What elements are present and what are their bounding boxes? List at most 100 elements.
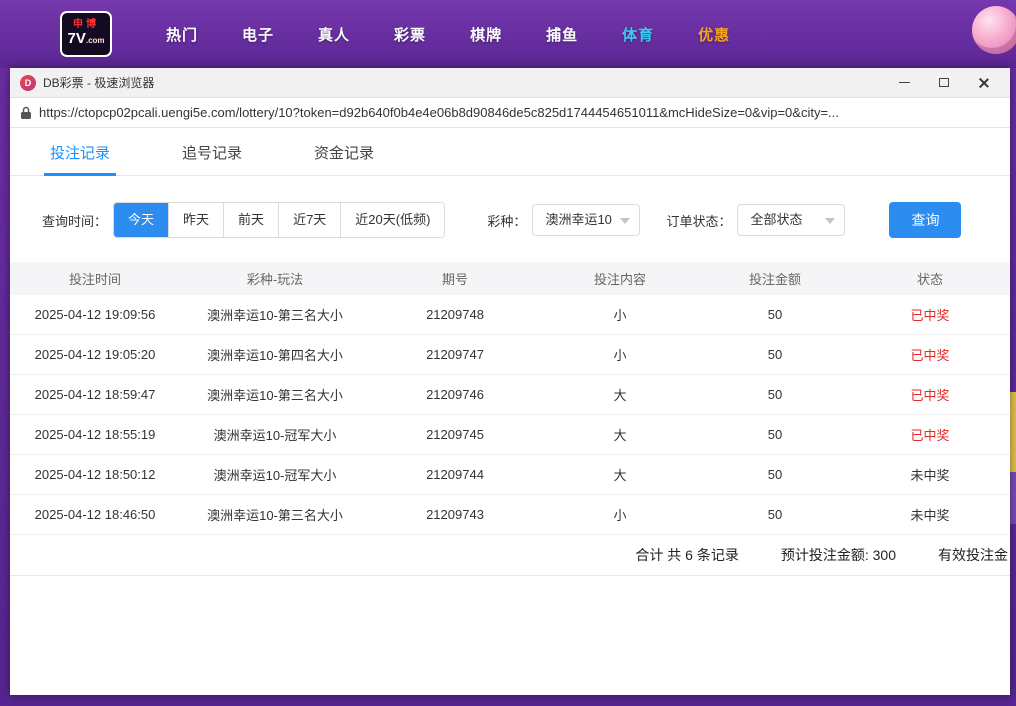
table-row: 2025-04-12 18:50:12 澳洲幸运10-冠军大小 21209744… — [10, 455, 1010, 495]
address-bar[interactable]: https://ctopcp02pcali.uengi5e.com/lotter… — [10, 98, 1010, 128]
cell-content: 大 — [613, 468, 627, 483]
tab-bet-records[interactable]: 投注记录 — [44, 142, 117, 176]
cell-status: 未中奖 — [910, 468, 950, 483]
filter-bar: 查询时间： 今天 昨天 前天 近7天 近20天(低频) 彩种： 澳洲幸运10 订… — [42, 202, 1010, 238]
cell-status: 已中奖 — [910, 428, 950, 443]
site-nav: 热门 电子 真人 彩票 棋牌 捕鱼 体育 优惠 — [144, 24, 752, 45]
table-row: 2025-04-12 18:59:47 澳洲幸运10-第三名大小 2120974… — [10, 375, 1010, 415]
cell-amount: 50 — [767, 347, 783, 362]
query-button[interactable]: 查询 — [889, 202, 962, 238]
cell-amount: 50 — [767, 387, 783, 402]
lottery-select[interactable]: 澳洲幸运10 — [532, 204, 641, 236]
col-header-issue: 期号 — [441, 272, 468, 287]
cell-content: 大 — [613, 428, 627, 443]
cell-status: 已中奖 — [910, 308, 950, 323]
time-option-today[interactable]: 今天 — [114, 203, 169, 237]
nav-item-lottery[interactable]: 彩票 — [394, 24, 426, 45]
site-logo[interactable]: 申博 7V.com — [60, 11, 112, 57]
cell-issue: 21209746 — [426, 387, 484, 402]
chevron-down-icon — [620, 218, 631, 224]
time-option-yesterday[interactable]: 昨天 — [168, 203, 224, 237]
table-row: 2025-04-12 18:55:19 澳洲幸运10-冠军大小 21209745… — [10, 415, 1010, 455]
cell-play: 澳洲幸运10-第三名大小 — [207, 388, 343, 403]
cell-status: 已中奖 — [910, 388, 950, 403]
time-option-daybefore[interactable]: 前天 — [223, 203, 279, 237]
window-title: DB彩票 - 极速浏览器 — [43, 76, 155, 90]
cell-issue: 21209747 — [426, 347, 484, 362]
cell-amount: 50 — [767, 507, 783, 522]
cell-content: 小 — [613, 348, 627, 363]
window-controls — [884, 69, 1004, 97]
cell-issue: 21209743 — [426, 507, 484, 522]
tab-fund-records[interactable]: 资金记录 — [308, 142, 380, 175]
time-option-20days[interactable]: 近20天(低频) — [340, 203, 445, 237]
cell-status: 已中奖 — [910, 348, 950, 363]
logo-text-main: 7V.com — [67, 30, 105, 47]
nav-item-hot[interactable]: 热门 — [166, 24, 198, 45]
record-tabs: 投注记录 追号记录 资金记录 — [10, 128, 1010, 176]
cell-play: 澳洲幸运10-第三名大小 — [207, 308, 343, 323]
browser-window: D DB彩票 - 极速浏览器 https://ctopcp02pcali.uen… — [10, 68, 1010, 695]
site-topbar: 申博 7V.com 热门 电子 真人 彩票 棋牌 捕鱼 体育 优惠 — [0, 0, 1016, 68]
cell-time: 2025-04-12 19:05:20 — [34, 347, 156, 362]
cell-issue: 21209748 — [426, 307, 484, 322]
nav-item-fishing[interactable]: 捕鱼 — [546, 24, 578, 45]
cell-content: 小 — [613, 508, 627, 523]
table-row: 2025-04-12 18:46:50 澳洲幸运10-第三名大小 2120974… — [10, 495, 1010, 535]
tab-chase-records[interactable]: 追号记录 — [176, 142, 248, 175]
close-icon — [978, 77, 990, 89]
cell-content: 小 — [613, 308, 627, 323]
cell-amount: 50 — [767, 307, 783, 322]
table-summary-row: 合计 共 6 条记录 预计投注金额: 300 有效投注金 — [10, 535, 1010, 576]
col-header-status: 状态 — [916, 272, 943, 287]
user-avatar[interactable] — [972, 6, 1016, 54]
time-filter-label: 查询时间： — [42, 213, 108, 229]
cell-issue: 21209744 — [426, 467, 484, 482]
chevron-down-icon — [825, 218, 836, 224]
nav-item-cards[interactable]: 棋牌 — [470, 24, 502, 45]
nav-item-promo[interactable]: 优惠 — [698, 24, 730, 45]
col-header-play: 彩种-玩法 — [246, 272, 304, 287]
table-row: 2025-04-12 19:09:56 澳洲幸运10-第三名大小 2120974… — [10, 295, 1010, 335]
cell-play: 澳洲幸运10-冠军大小 — [213, 428, 337, 443]
browser-favicon-icon: D — [20, 74, 36, 91]
window-title-group: D DB彩票 - 极速浏览器 — [20, 74, 154, 91]
order-status-value: 全部状态 — [750, 212, 803, 227]
summary-total: 合计 共 6 条记录 — [635, 547, 739, 563]
col-header-amount: 投注金额 — [748, 272, 801, 287]
bet-records-table: 投注时间 彩种-玩法 期号 投注内容 投注金额 状态 2025-04-12 19… — [10, 262, 1010, 576]
cell-status: 未中奖 — [910, 508, 950, 523]
cell-amount: 50 — [767, 467, 783, 482]
close-button[interactable] — [964, 69, 1004, 97]
cell-play: 澳洲幸运10-第三名大小 — [207, 508, 343, 523]
summary-valid: 有效投注金 — [938, 547, 1008, 563]
col-header-content: 投注内容 — [593, 272, 646, 287]
cell-time: 2025-04-12 18:50:12 — [34, 467, 156, 482]
order-status-select[interactable]: 全部状态 — [737, 204, 846, 236]
lottery-select-value: 澳洲幸运10 — [545, 212, 612, 227]
maximize-button[interactable] — [924, 69, 964, 97]
nav-item-live[interactable]: 真人 — [318, 24, 350, 45]
cell-content: 大 — [613, 388, 627, 403]
minimize-icon — [898, 82, 910, 83]
lottery-filter-label: 彩种： — [487, 213, 527, 229]
cell-time: 2025-04-12 18:59:47 — [34, 387, 156, 402]
status-filter-label: 订单状态： — [666, 213, 732, 229]
nav-item-slots[interactable]: 电子 — [242, 24, 274, 45]
cell-play: 澳洲幸运10-冠军大小 — [213, 468, 337, 483]
table-row: 2025-04-12 19:05:20 澳洲幸运10-第四名大小 2120974… — [10, 335, 1010, 375]
window-titlebar: D DB彩票 - 极速浏览器 — [10, 68, 1010, 98]
time-filter-group: 今天 昨天 前天 近7天 近20天(低频) — [113, 202, 446, 238]
cell-time: 2025-04-12 18:46:50 — [34, 507, 156, 522]
cell-time: 2025-04-12 18:55:19 — [34, 427, 156, 442]
cell-play: 澳洲幸运10-第四名大小 — [207, 348, 343, 363]
nav-item-sports[interactable]: 体育 — [622, 24, 654, 45]
cell-issue: 21209745 — [426, 427, 484, 442]
summary-expected: 预计投注金额: 300 — [780, 547, 896, 563]
cell-time: 2025-04-12 19:09:56 — [34, 307, 156, 322]
minimize-button[interactable] — [884, 69, 924, 97]
col-header-time: 投注时间 — [68, 272, 121, 287]
time-option-7days[interactable]: 近7天 — [278, 203, 341, 237]
cell-amount: 50 — [767, 427, 783, 442]
maximize-icon — [939, 78, 949, 87]
